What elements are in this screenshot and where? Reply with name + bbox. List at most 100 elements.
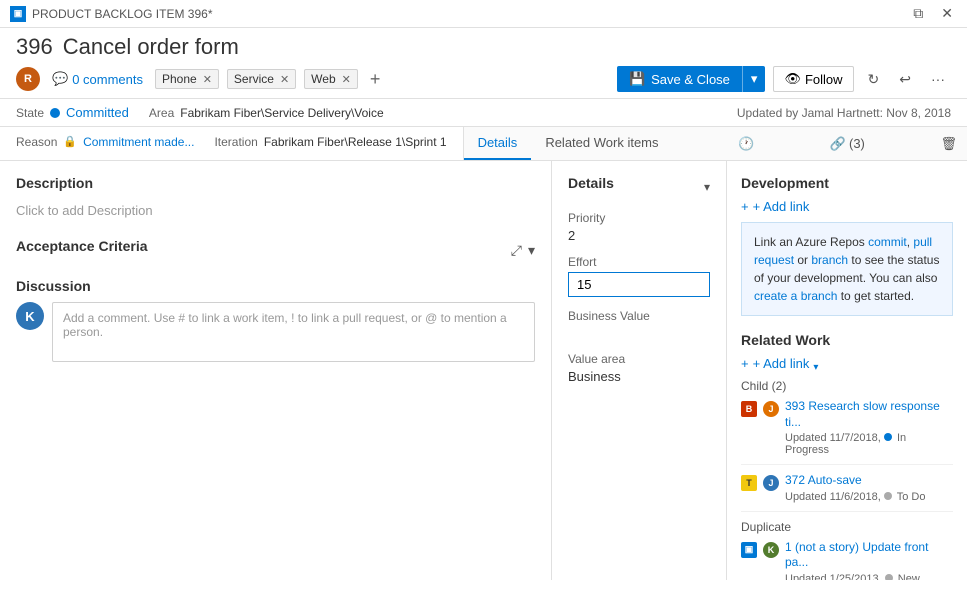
dup-1-meta: Updated 1/25/2013, New xyxy=(785,573,953,580)
tag-service-label: Service xyxy=(234,72,274,86)
reason-field: Reason 🔒 Commitment made... xyxy=(16,135,194,149)
business-value-input[interactable] xyxy=(568,326,710,340)
child-393-title[interactable]: 393 Research slow response ti... xyxy=(785,399,953,430)
follow-icon: 👁 xyxy=(784,71,801,87)
title-bar: ▣ PRODUCT BACKLOG ITEM 396* ⧉ ✕ xyxy=(0,0,967,28)
add-link-chevron-icon[interactable]: ▾ xyxy=(813,362,818,373)
create-branch-link[interactable]: create a branch xyxy=(754,289,837,303)
comment-icon: 💬 xyxy=(52,71,68,87)
tabs-area: Details Related Work items 🕐 🔗 (3) 🗑 xyxy=(464,127,967,160)
title-bar-actions: ⧉ ✕ xyxy=(909,5,957,22)
avatar-393: J xyxy=(763,401,779,417)
related-add-link-row: + + Add link ▾ xyxy=(741,356,953,379)
related-add-link-button[interactable]: + + Add link xyxy=(741,356,809,371)
reason-label: Reason xyxy=(16,135,57,149)
description-title: Description xyxy=(16,175,535,191)
details-collapse-button[interactable]: ▾ xyxy=(704,180,710,194)
child-393-updated: Updated 11/7/2018, xyxy=(785,432,881,444)
branch-link[interactable]: branch xyxy=(811,253,848,267)
save-close-button[interactable]: 💾 Save & Close ▾ xyxy=(617,66,765,92)
acceptance-expand-button[interactable]: ⤢ xyxy=(511,242,522,259)
meta-row: State Committed Area Fabrikam Fiber\Serv… xyxy=(0,99,967,127)
priority-field: Priority 2 xyxy=(568,211,710,243)
dup-1-status: New xyxy=(898,573,920,580)
avatar: R xyxy=(16,67,40,91)
area-value[interactable]: Fabrikam Fiber\Service Delivery\Voice xyxy=(180,106,383,120)
child-393-status-dot xyxy=(884,433,892,441)
state-dot xyxy=(50,108,60,118)
acceptance-collapse-button[interactable]: ▾ xyxy=(528,242,535,259)
business-value-label: Business Value xyxy=(568,309,710,323)
related-add-link-label: + Add link xyxy=(753,356,810,371)
comments-button[interactable]: 💬 0 comments xyxy=(48,69,147,89)
tab-details[interactable]: Details xyxy=(464,127,532,160)
add-tag-button[interactable]: + xyxy=(366,69,385,90)
related-add-icon: + xyxy=(741,356,749,371)
child-item-372: T J 372 Auto-save Updated 11/6/2018, To … xyxy=(741,473,953,512)
dup-1-title[interactable]: 1 (not a story) Update front pa... xyxy=(785,540,953,571)
acceptance-actions: ⤢ ▾ xyxy=(511,242,535,259)
item-number-title: 396 Cancel order form xyxy=(16,34,951,60)
tab-related-work-items[interactable]: Related Work items xyxy=(531,127,672,160)
tag-phone-close[interactable]: ✕ xyxy=(203,73,212,86)
item-title[interactable]: Cancel order form xyxy=(63,34,239,60)
tag-phone-label: Phone xyxy=(162,72,197,86)
undo-button[interactable]: ↩ xyxy=(893,67,917,92)
discussion-avatar: K xyxy=(16,302,44,330)
toolbar: R 💬 0 comments Phone ✕ Service ✕ Web ✕ +… xyxy=(0,60,967,99)
meta-row2: Reason 🔒 Commitment made... Iteration Fa… xyxy=(0,127,464,160)
effort-input[interactable] xyxy=(568,272,710,297)
save-close-dropdown[interactable]: ▾ xyxy=(742,66,766,92)
child-372-info: 372 Auto-save Updated 11/6/2018, To Do xyxy=(785,473,953,503)
description-input[interactable]: Click to add Description xyxy=(16,199,535,222)
lock-icon: 🔒 xyxy=(63,135,77,148)
commit-link[interactable]: commit xyxy=(868,235,907,249)
links-count: (3) xyxy=(849,136,865,151)
comments-count: 0 comments xyxy=(72,72,143,87)
acceptance-section: Acceptance Criteria ⤢ ▾ xyxy=(16,238,535,262)
attachments-button[interactable]: 🗑 xyxy=(930,130,967,158)
dup-1-updated: Updated 1/25/2013, xyxy=(785,573,882,580)
development-add-link-button[interactable]: + + Add link xyxy=(741,199,809,214)
iteration-value[interactable]: Fabrikam Fiber\Release 1\Sprint 1 xyxy=(264,135,447,149)
discussion-input[interactable]: Add a comment. Use # to link a work item… xyxy=(52,302,535,362)
title-bar-icon: ▣ xyxy=(10,6,26,22)
tag-web-label: Web xyxy=(311,72,335,86)
tag-web-close[interactable]: ✕ xyxy=(342,73,351,86)
child-372-title[interactable]: 372 Auto-save xyxy=(785,473,953,489)
duplicate-item-1: ▣ K 1 (not a story) Update front pa... U… xyxy=(741,540,953,580)
close-button[interactable]: ✕ xyxy=(937,5,957,22)
avatar-372: J xyxy=(763,475,779,491)
refresh-button[interactable]: ↻ xyxy=(862,67,886,92)
tag-web: Web ✕ xyxy=(304,69,358,89)
reason-value[interactable]: Commitment made... xyxy=(83,135,194,149)
tag-service-close[interactable]: ✕ xyxy=(280,73,289,86)
child-372-updated: Updated 11/6/2018, xyxy=(785,491,881,503)
value-area-value[interactable]: Business xyxy=(568,369,710,384)
details-header: Details ▾ xyxy=(568,175,710,199)
value-area-label: Value area xyxy=(568,352,710,366)
save-icon: 💾 xyxy=(629,71,645,87)
tag-phone: Phone ✕ xyxy=(155,69,219,89)
save-close-main[interactable]: 💾 Save & Close xyxy=(617,66,742,92)
history-button[interactable]: 🕐 xyxy=(728,130,764,158)
updated-info: Updated by Jamal Hartnett: Nov 8, 2018 xyxy=(737,106,951,120)
priority-label: Priority xyxy=(568,211,710,225)
title-bar-title: PRODUCT BACKLOG ITEM 396* xyxy=(32,7,213,21)
acceptance-title: Acceptance Criteria xyxy=(16,238,148,254)
effort-label: Effort xyxy=(568,255,710,269)
acceptance-header: Acceptance Criteria ⤢ ▾ xyxy=(16,238,535,262)
priority-value[interactable]: 2 xyxy=(568,228,710,243)
child-393-info: 393 Research slow response ti... Updated… xyxy=(785,399,953,456)
more-actions-button[interactable]: ··· xyxy=(925,67,951,91)
item-number: 396 xyxy=(16,34,53,60)
follow-button[interactable]: 👁 Follow xyxy=(773,66,853,92)
value-area-field: Value area Business xyxy=(568,352,710,384)
iteration-field: Iteration Fabrikam Fiber\Release 1\Sprin… xyxy=(214,135,446,149)
state-value[interactable]: Committed xyxy=(66,105,129,120)
task-icon-372: T xyxy=(741,475,757,491)
right-panel: Development + + Add link Link an Azure R… xyxy=(727,161,967,580)
restore-button[interactable]: ⧉ xyxy=(909,5,927,22)
links-button[interactable]: 🔗 (3) xyxy=(820,130,875,158)
duplicate-header: Duplicate xyxy=(741,520,953,534)
